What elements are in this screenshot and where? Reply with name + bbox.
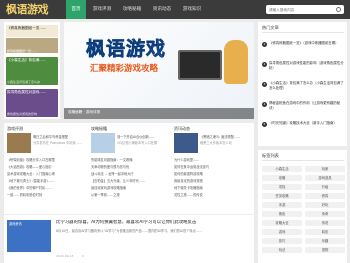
tag-item[interactable]: 精彩 — [305, 229, 345, 235]
column-thumb[interactable] — [7, 133, 31, 153]
hot-article-item[interactable]: 《小森生活》背包满了怎么办（小森生活背包满了怎么处理） — [269, 81, 345, 91]
article-tag: 游戏资讯 — [9, 222, 22, 226]
tag-item[interactable]: 升级 — [305, 184, 345, 190]
monitor-illustration — [178, 50, 222, 80]
tag-item[interactable]: 玩法 — [262, 247, 302, 253]
column-item[interactable]: 明日之后和平鸟黄金搭配 — [33, 135, 85, 139]
hot-articles-title: 热门文章 — [262, 25, 279, 30]
nav-home[interactable]: 首页 — [66, 0, 86, 19]
article-date: 2024-09-13 — [56, 254, 74, 258]
link-item[interactable]: 鲁能球友问题指南：一文看懂 — [91, 158, 171, 162]
tag-item[interactable]: 游戏道具 — [305, 175, 345, 181]
nav-guides[interactable]: 攻略秘籍 — [118, 0, 146, 19]
tag-item[interactable]: 传奇 — [305, 211, 345, 217]
tag-item[interactable]: 修真 — [305, 193, 345, 199]
tags-title: 标签列表 — [262, 153, 279, 158]
tag-item[interactable]: 攻略大全 — [262, 220, 302, 226]
list-item-sub: 小森生活背包满了怎么办 — [7, 80, 41, 84]
nav-knowledge[interactable]: 游戏知识 — [178, 0, 206, 19]
link-item[interactable]: 灵性之旅……的传说 — [174, 193, 252, 197]
column-item[interactable]: 《黑暗之魂3》魔法物配…… — [200, 135, 252, 139]
tag-item[interactable]: 任务攻略 — [262, 193, 302, 199]
nav-reviews[interactable]: 游戏评测 — [88, 0, 116, 19]
divider — [262, 32, 344, 33]
column-label-news[interactable]: 资讯动态 — [174, 126, 190, 132]
link-item[interactable]: 《我的世界》中的僵尸村民…… — [7, 186, 87, 190]
list-item-title[interactable]: 《小森生活》背包满…… — [7, 58, 57, 63]
column-thumb[interactable] — [174, 133, 198, 153]
tag-item[interactable]: 攻略 — [262, 175, 302, 181]
link-item[interactable]: 从第一季到……之旅 — [91, 193, 171, 197]
link-item[interactable]: 【石柏金】五大升级、让少年时代…… — [91, 179, 171, 183]
hero-title: 枫语游戏 — [86, 38, 167, 61]
article-title[interactable]: 比学习器的惊喜，AI为何换翼智慧，最喜欢AI学习可以让你们此攻略反击 — [56, 220, 251, 227]
column-thumb[interactable] — [91, 133, 115, 153]
hot-article-item[interactable]: 探寻角色属性对游戏性能的影响（游戏角色属性分析） — [269, 61, 345, 71]
rank-badge: 4 — [262, 102, 267, 107]
hot-article-item[interactable]: 《时光知道》攻略技术大全（新手入门指南） — [269, 121, 345, 131]
tag-item[interactable]: 手游 — [262, 202, 302, 208]
character-illustration — [224, 40, 248, 84]
tag-item[interactable]: 宠物 — [305, 247, 345, 253]
column-item[interactable]: 诛一下开启AI合伙创新…… — [117, 135, 169, 139]
tag-item[interactable]: 寻找 — [262, 184, 302, 190]
search-icon[interactable] — [336, 6, 341, 12]
list-item-sub: 角色属性对游戏的影响 — [7, 112, 38, 116]
link-item[interactable]: 一起……的精彩绝伦时刻 — [7, 193, 87, 197]
link-item[interactable]: 《地下城与勇士》(智能手游)…… — [7, 179, 87, 183]
link-item[interactable]: 地下城关卡攻略指南 — [174, 186, 252, 190]
rank-badge: 2 — [262, 62, 267, 67]
tag-item[interactable]: 游戏 — [262, 229, 302, 235]
link-item[interactable]: 为什么游戏里…… — [174, 158, 252, 162]
column-item[interactable]: 暗黑三大作版本怎么玩 — [200, 141, 252, 145]
article-views: 0 — [82, 254, 84, 258]
site-logo[interactable]: 枫语游戏 — [6, 3, 62, 17]
tag-item[interactable]: 传说 — [305, 220, 345, 226]
nav-news[interactable]: 资讯动态 — [148, 0, 176, 19]
hero-caption: 攻略秘籍 · 游戏评测 — [68, 110, 101, 114]
search-box — [266, 5, 344, 14]
column-item[interactable]: 分享发布在 Pastplaza 中玩家…… — [33, 141, 85, 145]
link-item[interactable]: 《大话西游》攻略——爱心指引 — [7, 165, 87, 169]
link-item[interactable]: 巫术游戏攻略大全：入门指南心得 — [7, 172, 87, 176]
tag-item[interactable]: 好玩 — [305, 202, 345, 208]
tag-item[interactable]: 小森生活 — [262, 166, 302, 172]
link-item[interactable]: 天命动物的爱与恨与怨与忧 — [91, 165, 171, 169]
link-item[interactable]: 如何的最强阵容攻略 — [174, 172, 252, 176]
list-item-title[interactable]: 《修真炼器图纸一览…… — [7, 26, 57, 31]
rank-badge: 3 — [262, 82, 267, 87]
link-item[interactable]: 最佳玩家玩游戏攻略指南 — [91, 186, 171, 190]
link-item[interactable]: 《轩辕剑叁》攻略分享入口在哪里 — [7, 158, 87, 162]
rank-badge: 5 — [262, 122, 267, 127]
divider — [262, 160, 344, 161]
link-item[interactable]: 战斗玩法 -- 龙哥一起冲刺大厅 — [91, 172, 171, 176]
column-item[interactable]: QQ幻想小满版本号入口在哪 — [117, 141, 169, 145]
link-item[interactable]: 如何在其中运用战法技巧 — [174, 165, 252, 169]
hero-subtitle: 汇聚精彩游戏攻略 — [90, 64, 159, 74]
article-excerpt: 8月10日，最喜欢AI学习器向来以“AI学习”为首推出新的产品……国内的AI学习… — [56, 229, 203, 233]
hot-article-item[interactable]: 《修真炼器图纸一览》（游戏中炼器图纸在哪） — [269, 41, 345, 51]
tag-item[interactable]: 玩家 — [305, 166, 345, 172]
list-item-title[interactable]: 探寻角色属性对游戏…… — [7, 90, 57, 95]
hot-article-item[interactable]: 揭秘金枪鱼在游戏中的作用（让游戏更有趣的秘诀） — [269, 101, 345, 111]
rank-badge: 1 — [262, 42, 267, 47]
tag-item[interactable]: 技巧 — [262, 238, 302, 244]
link-item[interactable]: 我最喜欢的游戏宠物 — [174, 179, 252, 183]
tag-item[interactable]: 角色 — [262, 211, 302, 217]
search-input[interactable] — [269, 6, 331, 13]
list-item-sub: 修真炼器图纸一览…… — [7, 49, 38, 53]
tag-item[interactable]: 乐趣 — [305, 238, 345, 244]
column-label-reviews[interactable]: 游戏评测 — [7, 126, 23, 132]
column-label-guides[interactable]: 攻略秘籍 — [91, 126, 107, 132]
